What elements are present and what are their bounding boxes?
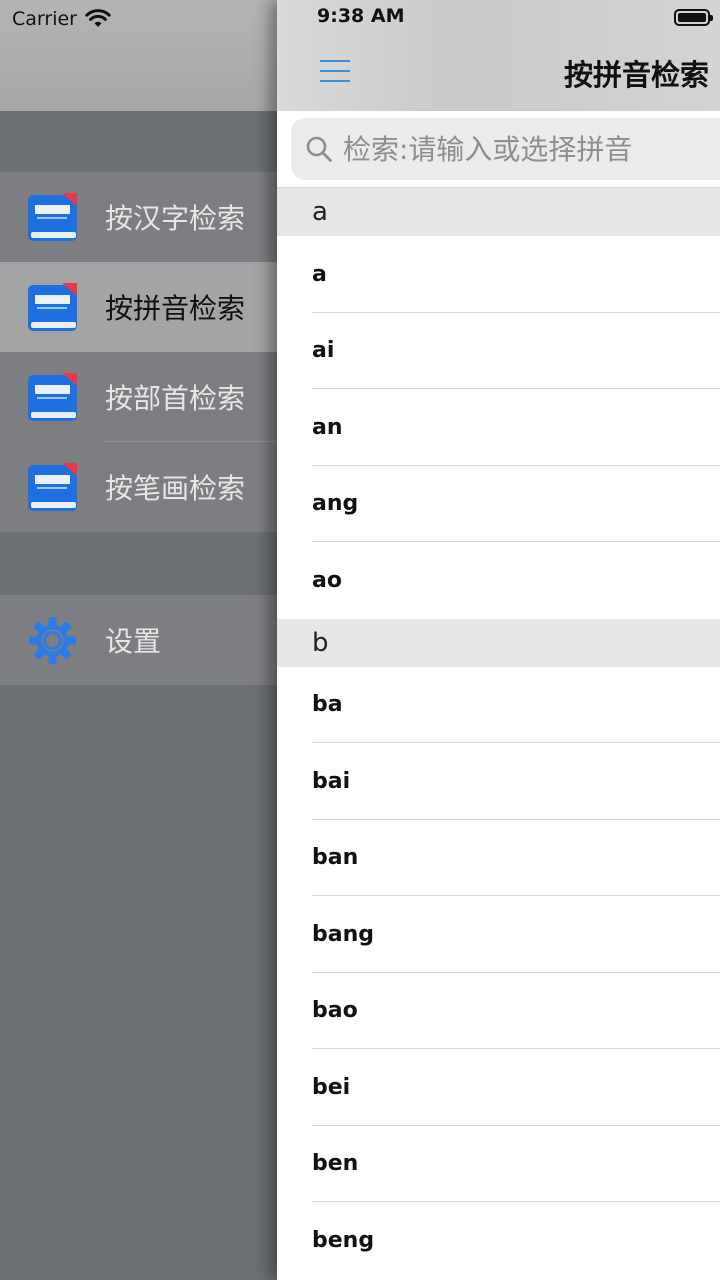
wifi-icon xyxy=(85,9,111,27)
pinyin-section: a a ai an ang ao xyxy=(277,188,720,619)
page-title: 按拼音检索 xyxy=(563,58,709,92)
hamburger-menu-icon[interactable] xyxy=(320,58,350,84)
pinyin-row[interactable]: an xyxy=(277,389,720,466)
pinyin-label: ben xyxy=(312,1151,359,1177)
pinyin-row[interactable]: ba xyxy=(277,666,720,743)
menu-item-label: 设置 xyxy=(105,625,162,658)
gear-icon xyxy=(27,615,78,666)
menu-item-pinyin[interactable]: 按拼音检索 xyxy=(0,262,277,352)
pinyin-row[interactable]: ai xyxy=(277,312,720,389)
search-input[interactable] xyxy=(341,131,720,167)
status-time: 9:38 AM xyxy=(317,5,405,27)
pinyin-label: bang xyxy=(312,921,375,947)
main-panel: 9:38 AM 按拼音检索 a a ai an ang ao b ba bai xyxy=(277,0,720,1280)
dictionary-book-icon xyxy=(27,282,78,333)
pinyin-label: ba xyxy=(312,692,343,718)
pinyin-label: ban xyxy=(312,845,359,871)
section-header: a xyxy=(277,188,720,236)
menu-item-stroke[interactable]: 按笔画检索 xyxy=(0,442,277,532)
pinyin-row[interactable]: ao xyxy=(277,542,720,619)
menu-item-label: 按拼音检索 xyxy=(105,292,246,325)
pinyin-section: b ba bai ban bang bao bei ben beng xyxy=(277,618,720,1279)
pinyin-label: an xyxy=(312,414,343,440)
pinyin-row[interactable]: a xyxy=(277,236,720,313)
menu-item-label: 按汉字检索 xyxy=(105,202,246,235)
pinyin-row[interactable]: bei xyxy=(277,1049,720,1126)
carrier-label: Carrier xyxy=(12,8,77,30)
pinyin-row[interactable]: bang xyxy=(277,896,720,973)
pinyin-row[interactable]: ang xyxy=(277,465,720,542)
pinyin-label: bei xyxy=(312,1074,351,1100)
pinyin-list: a a ai an ang ao b ba bai ban bang bao b… xyxy=(277,188,720,1279)
pinyin-label: ai xyxy=(312,338,335,364)
search-mode-menu: 按汉字检索 按拼音检索 按部首检索 按笔画检索 xyxy=(0,172,277,532)
search-field[interactable] xyxy=(291,118,720,180)
settings-menu: 设置 xyxy=(0,595,277,685)
pinyin-row[interactable]: bai xyxy=(277,743,720,820)
dictionary-book-icon xyxy=(27,462,78,513)
pinyin-label: ao xyxy=(312,567,342,593)
side-drawer: Carrier 按汉字检索 按拼音检索 按部首检索 按笔画检索 设置 xyxy=(0,0,277,1280)
pinyin-row[interactable]: ben xyxy=(277,1125,720,1202)
search-icon xyxy=(306,136,332,162)
pinyin-label: a xyxy=(312,261,327,287)
search-bar xyxy=(277,111,720,188)
navigation-bar: 9:38 AM 按拼音检索 xyxy=(277,0,720,111)
pinyin-label: ang xyxy=(312,491,359,517)
menu-item-hanzi[interactable]: 按汉字检索 xyxy=(0,172,277,262)
menu-item-settings[interactable]: 设置 xyxy=(0,595,277,685)
section-header: b xyxy=(277,618,720,667)
pinyin-row[interactable]: bao xyxy=(277,972,720,1049)
dictionary-book-icon xyxy=(27,372,78,423)
menu-item-label: 按笔画检索 xyxy=(105,472,246,505)
menu-item-label: 按部首检索 xyxy=(105,382,246,415)
pinyin-row[interactable]: ban xyxy=(277,819,720,896)
menu-item-radical[interactable]: 按部首检索 xyxy=(0,352,277,442)
dictionary-book-icon xyxy=(27,192,78,243)
pinyin-label: bao xyxy=(312,998,358,1024)
pinyin-label: beng xyxy=(312,1227,375,1253)
pinyin-label: bai xyxy=(312,768,351,794)
battery-icon xyxy=(674,9,713,26)
pinyin-row[interactable]: beng xyxy=(277,1202,720,1279)
status-bar-left: Carrier xyxy=(12,4,111,34)
